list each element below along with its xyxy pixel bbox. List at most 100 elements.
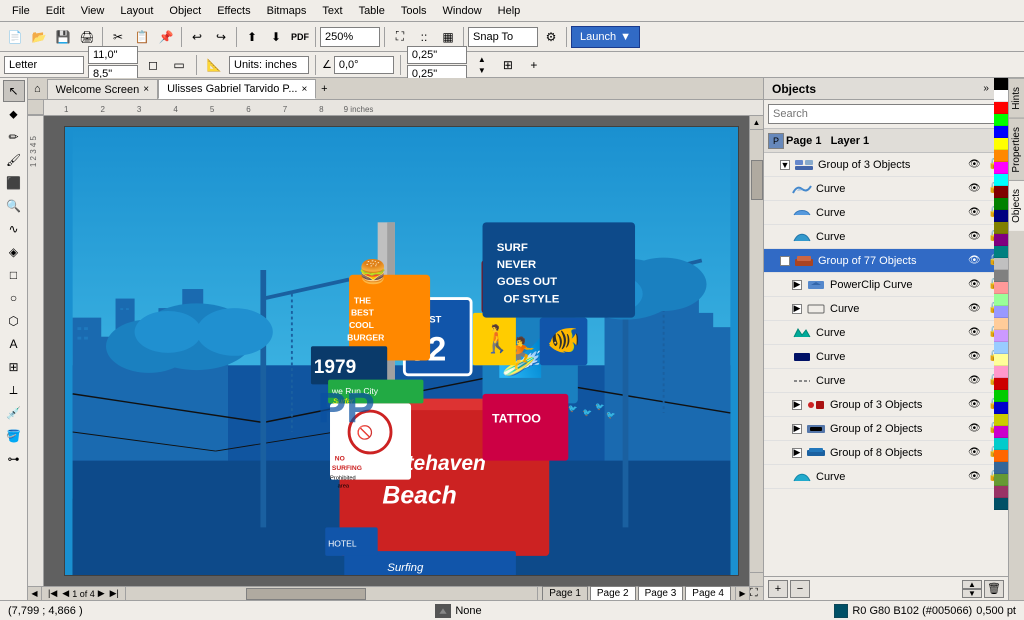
group8-eye[interactable]: 👁 bbox=[968, 447, 984, 458]
palette-color-0[interactable] bbox=[994, 78, 1008, 90]
menu-help[interactable]: Help bbox=[490, 3, 529, 19]
move-down-btn[interactable]: ▼ bbox=[962, 589, 982, 598]
obj-group2-row[interactable]: ▶ Group of 2 Objects 👁 🔓 bbox=[764, 417, 1008, 441]
snap-options-btn[interactable]: ⚙ bbox=[540, 26, 562, 48]
palette-color-5[interactable] bbox=[994, 138, 1008, 150]
menu-tools[interactable]: Tools bbox=[393, 3, 435, 19]
blend-tool[interactable]: ⊶ bbox=[3, 448, 25, 470]
curve-tool[interactable]: ∿ bbox=[3, 218, 25, 240]
delete-btn[interactable]: 🗑 bbox=[984, 580, 1004, 598]
palette-color-11[interactable] bbox=[994, 210, 1008, 222]
obj-group8-row[interactable]: ▶ Group of 8 Objects 👁 🔓 bbox=[764, 441, 1008, 465]
launch-btn[interactable]: Launch ▼ bbox=[571, 26, 640, 48]
fullscreen-btn[interactable]: ⛶ bbox=[389, 26, 411, 48]
prev-page-btn[interactable]: ◀ bbox=[60, 588, 71, 599]
new-btn[interactable]: 📄 bbox=[4, 26, 26, 48]
palette-color-33[interactable] bbox=[994, 474, 1008, 486]
add-tab-btn[interactable]: + bbox=[316, 79, 332, 99]
export-btn[interactable]: ⬇ bbox=[265, 26, 287, 48]
obj-curve4-row[interactable]: ▶ Curve 👁 🔓 bbox=[764, 297, 1008, 321]
palette-color-6[interactable] bbox=[994, 150, 1008, 162]
group3b-eye[interactable]: 👁 bbox=[968, 399, 984, 410]
palette-color-18[interactable] bbox=[994, 294, 1008, 306]
rect-tool[interactable]: □ bbox=[3, 264, 25, 286]
obj-curve3-row[interactable]: Curve 👁 🔓 bbox=[764, 225, 1008, 249]
zoom-fit-btn[interactable]: ⛶ bbox=[749, 587, 763, 601]
palette-color-20[interactable] bbox=[994, 318, 1008, 330]
palette-color-17[interactable] bbox=[994, 282, 1008, 294]
obj-curve5-row[interactable]: Curve 👁 🔓 bbox=[764, 321, 1008, 345]
pdf-btn[interactable]: PDF bbox=[289, 26, 311, 48]
x-pos-box[interactable]: 0,25" bbox=[407, 46, 467, 64]
obj-curve2-row[interactable]: Curve 👁 🔓 bbox=[764, 201, 1008, 225]
units-box[interactable]: Units: inches bbox=[229, 56, 309, 74]
palette-color-31[interactable] bbox=[994, 450, 1008, 462]
table-tool[interactable]: ⊞ bbox=[3, 356, 25, 378]
menu-text[interactable]: Text bbox=[314, 3, 350, 19]
obj-curve1-row[interactable]: Curve 👁 🔓 bbox=[764, 177, 1008, 201]
palette-color-28[interactable] bbox=[994, 414, 1008, 426]
node-tool[interactable]: ⬥ bbox=[3, 103, 25, 125]
curve5-eye[interactable]: 👁 bbox=[968, 327, 984, 338]
palette-color-19[interactable] bbox=[994, 306, 1008, 318]
group3-eye[interactable]: 👁 bbox=[968, 159, 984, 170]
curve8-eye[interactable]: 👁 bbox=[968, 471, 984, 482]
palette-color-16[interactable] bbox=[994, 270, 1008, 282]
hints-tab[interactable]: Hints bbox=[1009, 78, 1024, 118]
menu-object[interactable]: Object bbox=[161, 3, 209, 19]
last-page-btn[interactable]: ▶| bbox=[108, 588, 121, 599]
curve1-eye[interactable]: 👁 bbox=[968, 183, 984, 194]
h-scroll-thumb[interactable] bbox=[246, 588, 366, 600]
expand-group77-btn[interactable]: ▼ bbox=[780, 256, 790, 266]
search-input[interactable] bbox=[768, 104, 1004, 124]
page-tab-3[interactable]: Page 3 bbox=[638, 586, 684, 600]
palette-color-14[interactable] bbox=[994, 246, 1008, 258]
undo-btn[interactable]: ↩ bbox=[186, 26, 208, 48]
x-down-btn[interactable]: ▼ bbox=[471, 65, 493, 75]
h-scrollbar[interactable] bbox=[126, 587, 537, 601]
zoom-input[interactable]: 250% bbox=[320, 27, 380, 47]
snap-to-input[interactable]: Snap To bbox=[468, 27, 538, 47]
palette-color-12[interactable] bbox=[994, 222, 1008, 234]
menu-window[interactable]: Window bbox=[435, 3, 490, 19]
move-up-btn[interactable]: ▲ bbox=[962, 580, 982, 589]
menu-view[interactable]: View bbox=[73, 3, 113, 19]
scroll-thumb[interactable] bbox=[751, 160, 763, 200]
menu-effects[interactable]: Effects bbox=[209, 3, 258, 19]
welcome-tab[interactable]: Welcome Screen × bbox=[47, 79, 158, 99]
palette-color-2[interactable] bbox=[994, 102, 1008, 114]
zoom-tool[interactable]: 🔍 bbox=[3, 195, 25, 217]
scroll-down-btn[interactable]: ▼ bbox=[750, 572, 763, 586]
import-btn[interactable]: ⬆ bbox=[241, 26, 263, 48]
expand-group3b-btn[interactable]: ▶ bbox=[792, 400, 802, 410]
expand-curve4-btn[interactable]: ▶ bbox=[792, 304, 802, 314]
menu-table[interactable]: Table bbox=[351, 3, 393, 19]
grid-btn[interactable]: :: bbox=[413, 26, 435, 48]
curve3-eye[interactable]: 👁 bbox=[968, 231, 984, 242]
first-page-btn[interactable]: |◀ bbox=[46, 588, 59, 599]
ellipse-tool[interactable]: ○ bbox=[3, 287, 25, 309]
add-node-btn[interactable]: + bbox=[523, 54, 545, 76]
text-tool[interactable]: A bbox=[3, 333, 25, 355]
curve4-eye[interactable]: 👁 bbox=[968, 303, 984, 314]
palette-color-29[interactable] bbox=[994, 426, 1008, 438]
page-tab-4[interactable]: Page 4 bbox=[685, 586, 731, 600]
font-box[interactable]: Letter bbox=[4, 56, 84, 74]
palette-color-34[interactable] bbox=[994, 486, 1008, 498]
curve7-eye[interactable]: 👁 bbox=[968, 375, 984, 386]
page-tab-1[interactable]: Page 1 bbox=[542, 586, 588, 600]
print-btn[interactable]: 🖨 bbox=[76, 26, 98, 48]
menu-bitmaps[interactable]: Bitmaps bbox=[259, 3, 315, 19]
obj-curve6-row[interactable]: Curve 👁 🔓 bbox=[764, 345, 1008, 369]
home-tab[interactable]: ⌂ bbox=[28, 79, 47, 99]
obj-curve7-row[interactable]: Curve 👁 🔓 bbox=[764, 369, 1008, 393]
next-page-btn[interactable]: ▶ bbox=[96, 588, 107, 599]
properties-tab[interactable]: Properties bbox=[1009, 118, 1024, 181]
scroll-left-btn[interactable]: ◀ bbox=[28, 587, 42, 601]
expand-group2-btn[interactable]: ▶ bbox=[792, 424, 802, 434]
menu-file[interactable]: File bbox=[4, 3, 38, 19]
redo-btn[interactable]: ↪ bbox=[210, 26, 232, 48]
landscape-btn[interactable]: ▭ bbox=[168, 54, 190, 76]
palette-color-27[interactable] bbox=[994, 402, 1008, 414]
polygon-tool[interactable]: ⬡ bbox=[3, 310, 25, 332]
